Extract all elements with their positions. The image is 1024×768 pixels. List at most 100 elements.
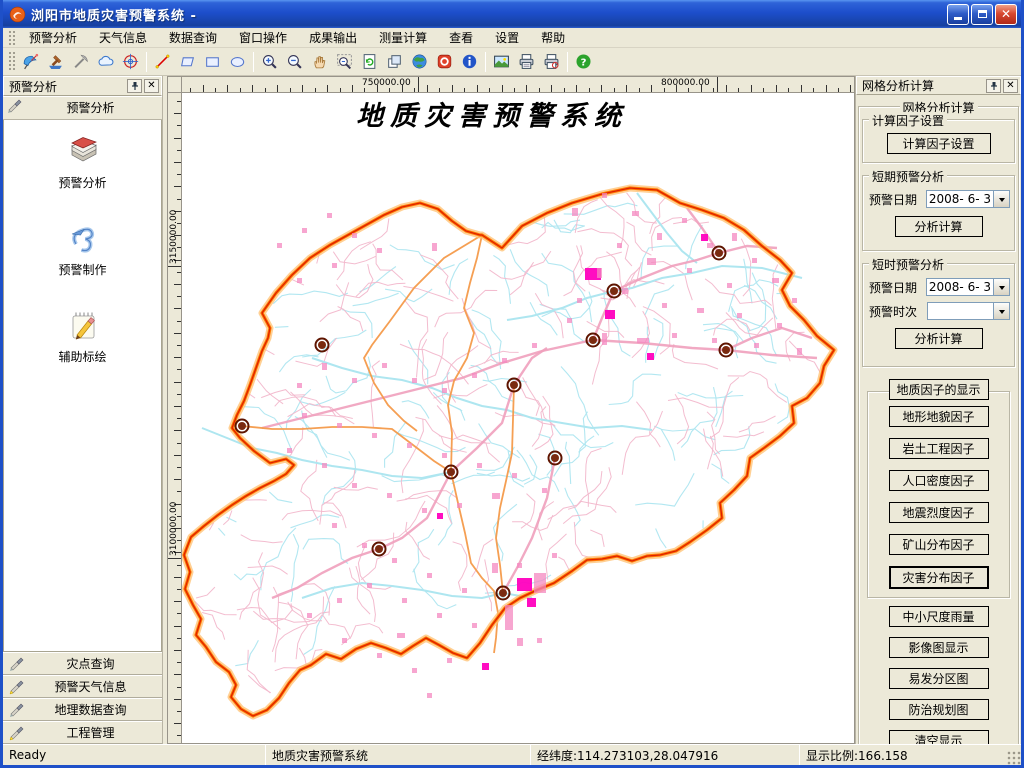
- extra-button-影像图显示[interactable]: 影像图显示: [889, 637, 989, 658]
- disaster-patch: [517, 638, 523, 646]
- factor-setting-button[interactable]: 计算因子设置: [887, 133, 991, 154]
- menu-item-窗口操作[interactable]: 窗口操作: [228, 27, 298, 48]
- chevron-down-icon[interactable]: [993, 279, 1009, 295]
- toolbar-separator: [485, 52, 486, 72]
- stop-button[interactable]: [432, 50, 457, 74]
- menu-item-预警分析[interactable]: 预警分析: [18, 27, 88, 48]
- town-marker[interactable]: [316, 339, 329, 352]
- cloud-button[interactable]: [93, 50, 118, 74]
- hammer-button[interactable]: [43, 50, 68, 74]
- disaster-patch: [647, 353, 654, 360]
- menu-item-帮助[interactable]: 帮助: [530, 27, 576, 48]
- left-item-label: 辅助标绘: [58, 348, 106, 365]
- image-icon: [493, 53, 510, 70]
- close-icon[interactable]: ✕: [1003, 79, 1018, 93]
- chevron-down-icon[interactable]: [993, 303, 1009, 319]
- factor-button-人口密度因子[interactable]: 人口密度因子: [889, 470, 989, 491]
- zoom-out-button[interactable]: [282, 50, 307, 74]
- disaster-patch: [754, 343, 759, 348]
- short-time-date-combo[interactable]: 2008- 6- 3: [926, 278, 1010, 296]
- left-bar-灾点查询[interactable]: 灾点查询: [3, 652, 162, 675]
- extra-button-防治规划图[interactable]: 防治规划图: [889, 699, 989, 720]
- pin-icon[interactable]: [127, 79, 142, 93]
- hammer-icon: [47, 53, 64, 70]
- map-canvas[interactable]: 地质灾害预警系统: [182, 93, 855, 744]
- disaster-patch: [517, 578, 532, 591]
- short-term-date-combo[interactable]: 2008- 6- 3: [926, 190, 1010, 208]
- info-button[interactable]: [457, 50, 482, 74]
- factor-button-矿山分布因子[interactable]: 矿山分布因子: [889, 534, 989, 555]
- disaster-patch: [482, 663, 489, 670]
- disaster-patch: [472, 373, 477, 378]
- left-bar-工程管理[interactable]: 工程管理: [3, 721, 162, 744]
- menu-item-天气信息[interactable]: 天气信息: [88, 27, 158, 48]
- disaster-patch: [792, 298, 797, 303]
- pick-button[interactable]: [68, 50, 93, 74]
- pan-button[interactable]: [307, 50, 332, 74]
- factor-button-地震烈度因子[interactable]: 地震烈度因子: [889, 502, 989, 523]
- print-preview-button[interactable]: [539, 50, 564, 74]
- left-item-预警制作[interactable]: 预警制作: [23, 221, 143, 278]
- toolbar-grip[interactable]: [8, 51, 15, 73]
- disaster-patch: [297, 383, 302, 388]
- close-button[interactable]: ✕: [995, 4, 1017, 25]
- town-marker[interactable]: [373, 543, 386, 556]
- menu-item-测量计算[interactable]: 测量计算: [368, 27, 438, 48]
- menu-item-设置[interactable]: 设置: [484, 27, 530, 48]
- polygon-tool-button[interactable]: [175, 50, 200, 74]
- disaster-patch: [602, 193, 607, 198]
- line-tool-button[interactable]: [150, 50, 175, 74]
- extra-button-易发分区图[interactable]: 易发分区图: [889, 668, 989, 689]
- left-item-辅助标绘[interactable]: 辅助标绘: [23, 308, 143, 365]
- disaster-patch: [372, 433, 377, 438]
- rect-tool-icon: [204, 53, 221, 70]
- globe-button[interactable]: [407, 50, 432, 74]
- geo-factor-display-button[interactable]: 地质因子的显示: [889, 379, 989, 400]
- restore-button[interactable]: [971, 4, 993, 25]
- left-item-label: 预警制作: [58, 261, 106, 278]
- menu-grip[interactable]: [8, 30, 15, 45]
- toolbar-separator: [253, 52, 254, 72]
- disaster-patch: [327, 213, 332, 218]
- short-term-calc-button[interactable]: 分析计算: [895, 216, 983, 237]
- refresh-button[interactable]: [357, 50, 382, 74]
- satellite-button[interactable]: [18, 50, 43, 74]
- print-button[interactable]: [514, 50, 539, 74]
- layers-icon: [386, 53, 403, 70]
- menu-item-数据查询[interactable]: 数据查询: [158, 27, 228, 48]
- short-time-group: 短时预警分析 预警日期 2008- 6- 3 预警时次: [862, 263, 1015, 367]
- short-time-times-combo[interactable]: [927, 302, 1010, 320]
- help-button[interactable]: ?: [571, 50, 596, 74]
- menu-item-查看[interactable]: 查看: [438, 27, 484, 48]
- right-panel-header: 网格分析计算 ✕: [856, 76, 1021, 95]
- minimize-button[interactable]: [947, 4, 969, 25]
- left-item-预警分析[interactable]: 预警分析: [23, 134, 143, 191]
- disaster-patch: [532, 343, 537, 348]
- chevron-down-icon[interactable]: [993, 191, 1009, 207]
- pin-icon[interactable]: [986, 79, 1001, 93]
- resize-grip[interactable]: [1007, 751, 1021, 765]
- zoom-in-button[interactable]: [257, 50, 282, 74]
- globe-icon: [411, 53, 428, 70]
- rect-tool-button[interactable]: [200, 50, 225, 74]
- left-bar-预警天气信息[interactable]: 预警天气信息: [3, 675, 162, 698]
- image-button[interactable]: [489, 50, 514, 74]
- zoom-extent-icon: [336, 53, 353, 70]
- layers-button[interactable]: [382, 50, 407, 74]
- factor-button-岩土工程因子[interactable]: 岩土工程因子: [889, 438, 989, 459]
- left-bar-地理数据查询[interactable]: 地理数据查询: [3, 698, 162, 721]
- factor-button-地形地貌因子[interactable]: 地形地貌因子: [889, 406, 989, 427]
- short-time-calc-button[interactable]: 分析计算: [895, 328, 983, 349]
- target-button[interactable]: [118, 50, 143, 74]
- line-tool-icon: [154, 53, 171, 70]
- brush-icon: [9, 656, 25, 672]
- disaster-patch: [332, 523, 337, 528]
- toolbar: ?: [3, 48, 1021, 76]
- disaster-patch: [442, 388, 447, 393]
- zoom-extent-button[interactable]: [332, 50, 357, 74]
- ellipse-tool-button[interactable]: [225, 50, 250, 74]
- menu-item-成果输出[interactable]: 成果输出: [298, 27, 368, 48]
- close-icon[interactable]: ✕: [144, 79, 159, 93]
- factor-button-灾害分布因子[interactable]: 灾害分布因子: [889, 566, 989, 589]
- extra-button-中小尺度雨量[interactable]: 中小尺度雨量: [889, 606, 989, 627]
